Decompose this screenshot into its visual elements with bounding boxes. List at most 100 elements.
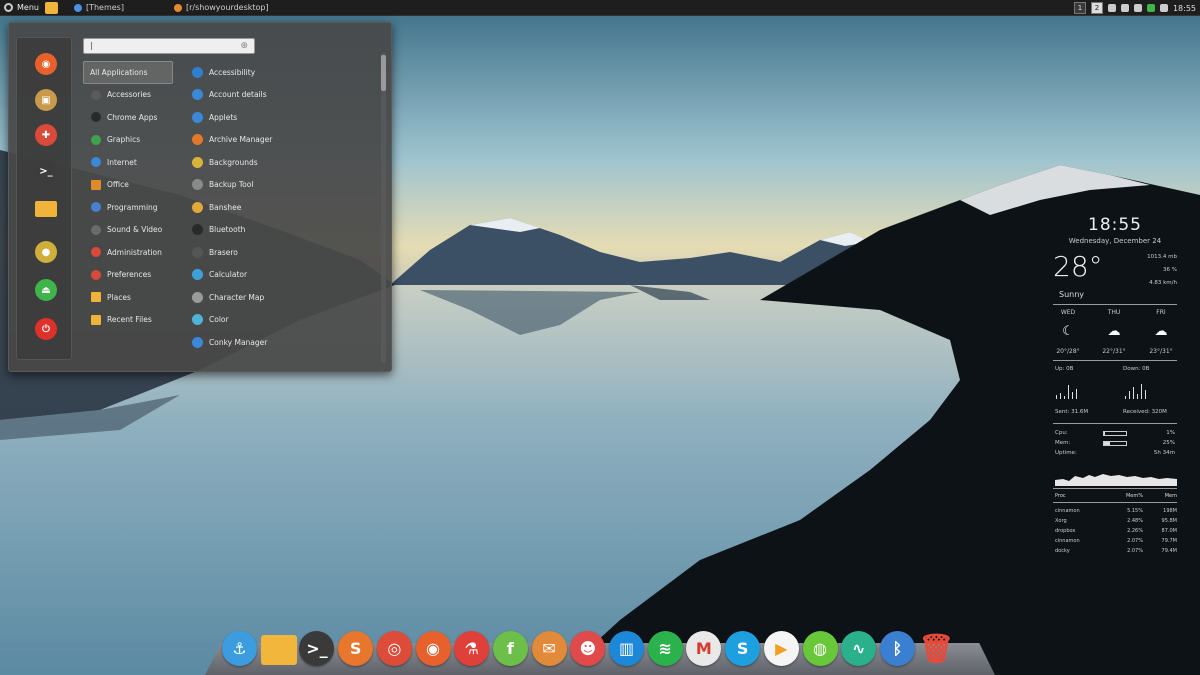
- app-item[interactable]: Bluetooth: [192, 219, 372, 242]
- app-item[interactable]: Color: [192, 309, 372, 332]
- conky-humidity: 36 %: [1163, 267, 1177, 273]
- dock-item-skype[interactable]: S: [725, 631, 761, 666]
- dock-item-firefox[interactable]: ◉: [415, 631, 451, 666]
- app-item[interactable]: Backgrounds: [192, 151, 372, 174]
- mem-value: 25%: [1162, 440, 1175, 446]
- favorite-software-center[interactable]: ✚: [35, 124, 57, 146]
- dock-item-anchor-app[interactable]: ⚓: [222, 631, 257, 666]
- category-item[interactable]: Graphics: [83, 129, 173, 152]
- favorite-logout[interactable]: ⏏: [35, 279, 57, 301]
- volume-icon[interactable]: [1133, 4, 1142, 12]
- category-item[interactable]: Recent Files: [83, 309, 173, 332]
- dock-item-bluetooth[interactable]: ᛒ: [879, 631, 915, 666]
- category-list: All Applications Accessories Chrome Apps Gr…: [83, 61, 173, 331]
- dock-item-sublime-text[interactable]: S: [338, 631, 374, 666]
- menu-button[interactable]: Menu: [0, 0, 45, 16]
- favorite-files[interactable]: [35, 201, 57, 217]
- app-item[interactable]: Archive Manager: [192, 129, 372, 152]
- workspace-2[interactable]: 2: [1090, 2, 1103, 14]
- scrollbar-thumb[interactable]: [381, 55, 386, 91]
- favorite-firefox[interactable]: ◉: [35, 53, 57, 75]
- category-icon: [91, 269, 101, 280]
- dock-item-trash[interactable]: 🗑: [918, 631, 954, 666]
- panel-clock[interactable]: 18:55: [1173, 4, 1196, 13]
- app-item[interactable]: Applets: [192, 106, 372, 129]
- app-label: Color: [209, 315, 229, 325]
- taskbar-item-reddit[interactable]: [r/showyourdesktop] li...: [168, 0, 268, 16]
- category-label: Places: [107, 292, 131, 302]
- dock-item-chrome[interactable]: ◎: [376, 631, 412, 666]
- favorites-column: ◉ ▣ ✚ >_ ● ⏏ ⏻: [16, 37, 72, 360]
- dock-item-system-monitor[interactable]: ∿: [841, 631, 877, 666]
- category-icon: [91, 292, 101, 303]
- favorite-shutdown[interactable]: ⏻: [35, 318, 57, 340]
- feedly-icon: f: [506, 639, 514, 658]
- category-item[interactable]: Administration: [83, 241, 173, 264]
- app-item[interactable]: Brasero: [192, 241, 372, 264]
- folder-icon[interactable]: [44, 1, 58, 14]
- category-label: Preferences: [107, 270, 152, 280]
- app-item[interactable]: Banshee: [192, 196, 372, 219]
- category-item[interactable]: Preferences: [83, 264, 173, 287]
- bluetooth-icon: ᛒ: [892, 639, 903, 658]
- category-item[interactable]: All Applications: [83, 61, 173, 84]
- process-header: Proc Mem% Mem: [1055, 493, 1177, 499]
- workspace-1[interactable]: 1: [1073, 2, 1086, 14]
- app-item[interactable]: Accessibility: [192, 61, 372, 84]
- app-icon: [192, 179, 203, 191]
- shutdown-icon: ⏻: [42, 323, 50, 335]
- dock-item-games-app[interactable]: ☻: [570, 631, 606, 666]
- storm-icon: ☁: [1107, 324, 1121, 339]
- app-item[interactable]: Calculator: [192, 264, 372, 287]
- app-label: Applets: [209, 112, 238, 122]
- app-icon: [192, 66, 203, 78]
- dock-item-lab-app[interactable]: ⚗: [454, 631, 490, 666]
- category-item[interactable]: Office: [83, 174, 173, 197]
- category-item[interactable]: Chrome Apps: [83, 106, 173, 129]
- category-item[interactable]: Sound & Video: [83, 219, 173, 242]
- search-input[interactable]: | ⊕: [83, 38, 255, 54]
- favorite-lock-screen[interactable]: ●: [35, 241, 57, 263]
- app-icon: [192, 111, 203, 123]
- network-icon[interactable]: [1120, 4, 1129, 12]
- dock-item-feedly[interactable]: f: [492, 631, 528, 666]
- net-up: Up: 0B: [1055, 366, 1074, 372]
- skype-icon: S: [736, 639, 749, 658]
- dock-item-trello[interactable]: ▥: [609, 631, 644, 666]
- category-item[interactable]: Programming: [83, 196, 173, 219]
- forecast-temps-1: 20°/28°: [1056, 348, 1080, 355]
- app-item[interactable]: Conky Manager: [192, 331, 372, 354]
- dock-item-files[interactable]: [260, 635, 297, 665]
- category-item[interactable]: Accessories: [83, 84, 173, 107]
- update-icon[interactable]: [1146, 4, 1155, 12]
- category-item[interactable]: Internet: [83, 151, 173, 174]
- category-item[interactable]: Places: [83, 286, 173, 309]
- dock-item-mail-app[interactable]: ✉: [531, 631, 567, 666]
- dock-item-media-player[interactable]: ▶: [763, 631, 799, 666]
- download-graph: [1125, 383, 1146, 399]
- dock-item-vpn-app[interactable]: ◍: [802, 631, 838, 666]
- app-icon: [192, 134, 203, 146]
- app-item[interactable]: Account details: [192, 84, 372, 107]
- category-label: Chrome Apps: [107, 112, 158, 122]
- category-label: Programming: [107, 202, 158, 212]
- app-item[interactable]: Character Map: [192, 286, 372, 309]
- dock-item-gmail[interactable]: M: [686, 631, 722, 666]
- category-icon: [91, 314, 101, 325]
- system-monitor-icon: ∿: [851, 639, 866, 658]
- anchor-app-icon: ⚓: [232, 639, 247, 658]
- app-label: Archive Manager: [209, 135, 273, 145]
- divider: [1053, 423, 1177, 424]
- taskbar-item-themes[interactable]: [Themes]: [68, 0, 168, 16]
- scrollbar[interactable]: [381, 53, 386, 363]
- favorite-terminal[interactable]: >_: [35, 160, 57, 182]
- conky-wind: 4.83 km/h: [1149, 280, 1177, 286]
- conky-widget: 18:55 Wednesday, December 24 28° 1013.4 …: [1051, 212, 1179, 564]
- user-icon[interactable]: [1107, 4, 1116, 12]
- dock-item-spotify[interactable]: ≋: [647, 631, 683, 666]
- battery-icon[interactable]: [1159, 4, 1168, 12]
- app-item[interactable]: Backup Tool: [192, 174, 372, 197]
- process-row: cinnamon 5.15% 198M: [1055, 508, 1177, 514]
- favorite-image-viewer[interactable]: ▣: [35, 89, 57, 111]
- dock-item-terminal[interactable]: >_: [299, 631, 335, 666]
